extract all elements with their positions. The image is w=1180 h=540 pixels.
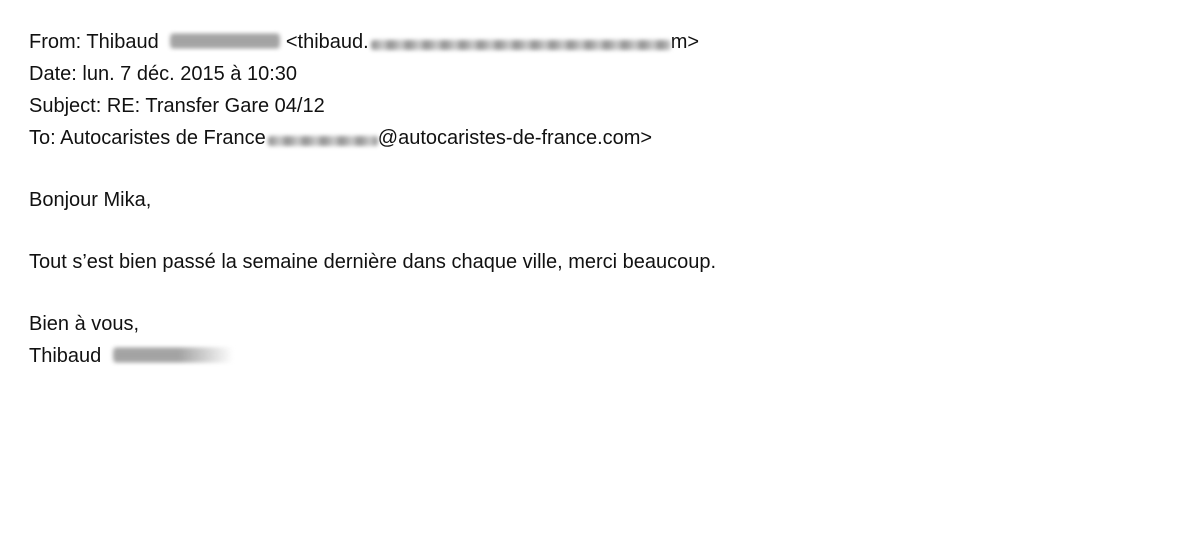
message-text: Tout s’est bien passé la semaine dernièr… bbox=[29, 251, 717, 273]
subject-line: Subject: RE: Transfer Gare 04/12 bbox=[29, 90, 1149, 122]
to-label: To: bbox=[29, 127, 56, 149]
from-email-start: <thibaud. bbox=[285, 31, 369, 53]
date-value: lun. 7 déc. 2015 à 10:30 bbox=[82, 63, 297, 85]
subject-value: RE: Transfer Gare 04/12 bbox=[106, 95, 325, 117]
from-name: Thibaud bbox=[86, 31, 159, 53]
redacted-email bbox=[370, 39, 671, 50]
from-line: From: Thibaud <thibaud. m> bbox=[29, 26, 1149, 58]
date-line: Date: lun. 7 déc. 2015 à 10:30 bbox=[29, 58, 1149, 90]
closing: Bien à vous, bbox=[29, 313, 140, 335]
redacted-signature-surname bbox=[112, 347, 233, 362]
date-label: Date: bbox=[29, 63, 77, 85]
to-email-domain: @autocaristes-de-france.com> bbox=[377, 127, 653, 149]
closing-line: Bien à vous, bbox=[29, 308, 1149, 340]
redacted-recipient-local-part bbox=[267, 135, 378, 146]
greeting: Bonjour Mika, bbox=[29, 189, 152, 211]
from-email-end: m> bbox=[670, 31, 700, 53]
redacted-surname bbox=[170, 33, 281, 48]
signature-line: Thibaud bbox=[29, 340, 1149, 372]
email-message: From: Thibaud <thibaud. m> Date: lun. 7 d… bbox=[29, 26, 1149, 372]
from-label: From: bbox=[29, 31, 82, 53]
to-name: Autocaristes de France bbox=[60, 127, 266, 149]
subject-label: Subject: bbox=[29, 95, 102, 117]
message-line: Tout s’est bien passé la semaine dernièr… bbox=[29, 246, 1149, 278]
greeting-line: Bonjour Mika, bbox=[29, 184, 1149, 216]
signature-name: Thibaud bbox=[29, 345, 102, 367]
to-line: To: Autocaristes de France @autocaristes-… bbox=[29, 122, 1149, 154]
